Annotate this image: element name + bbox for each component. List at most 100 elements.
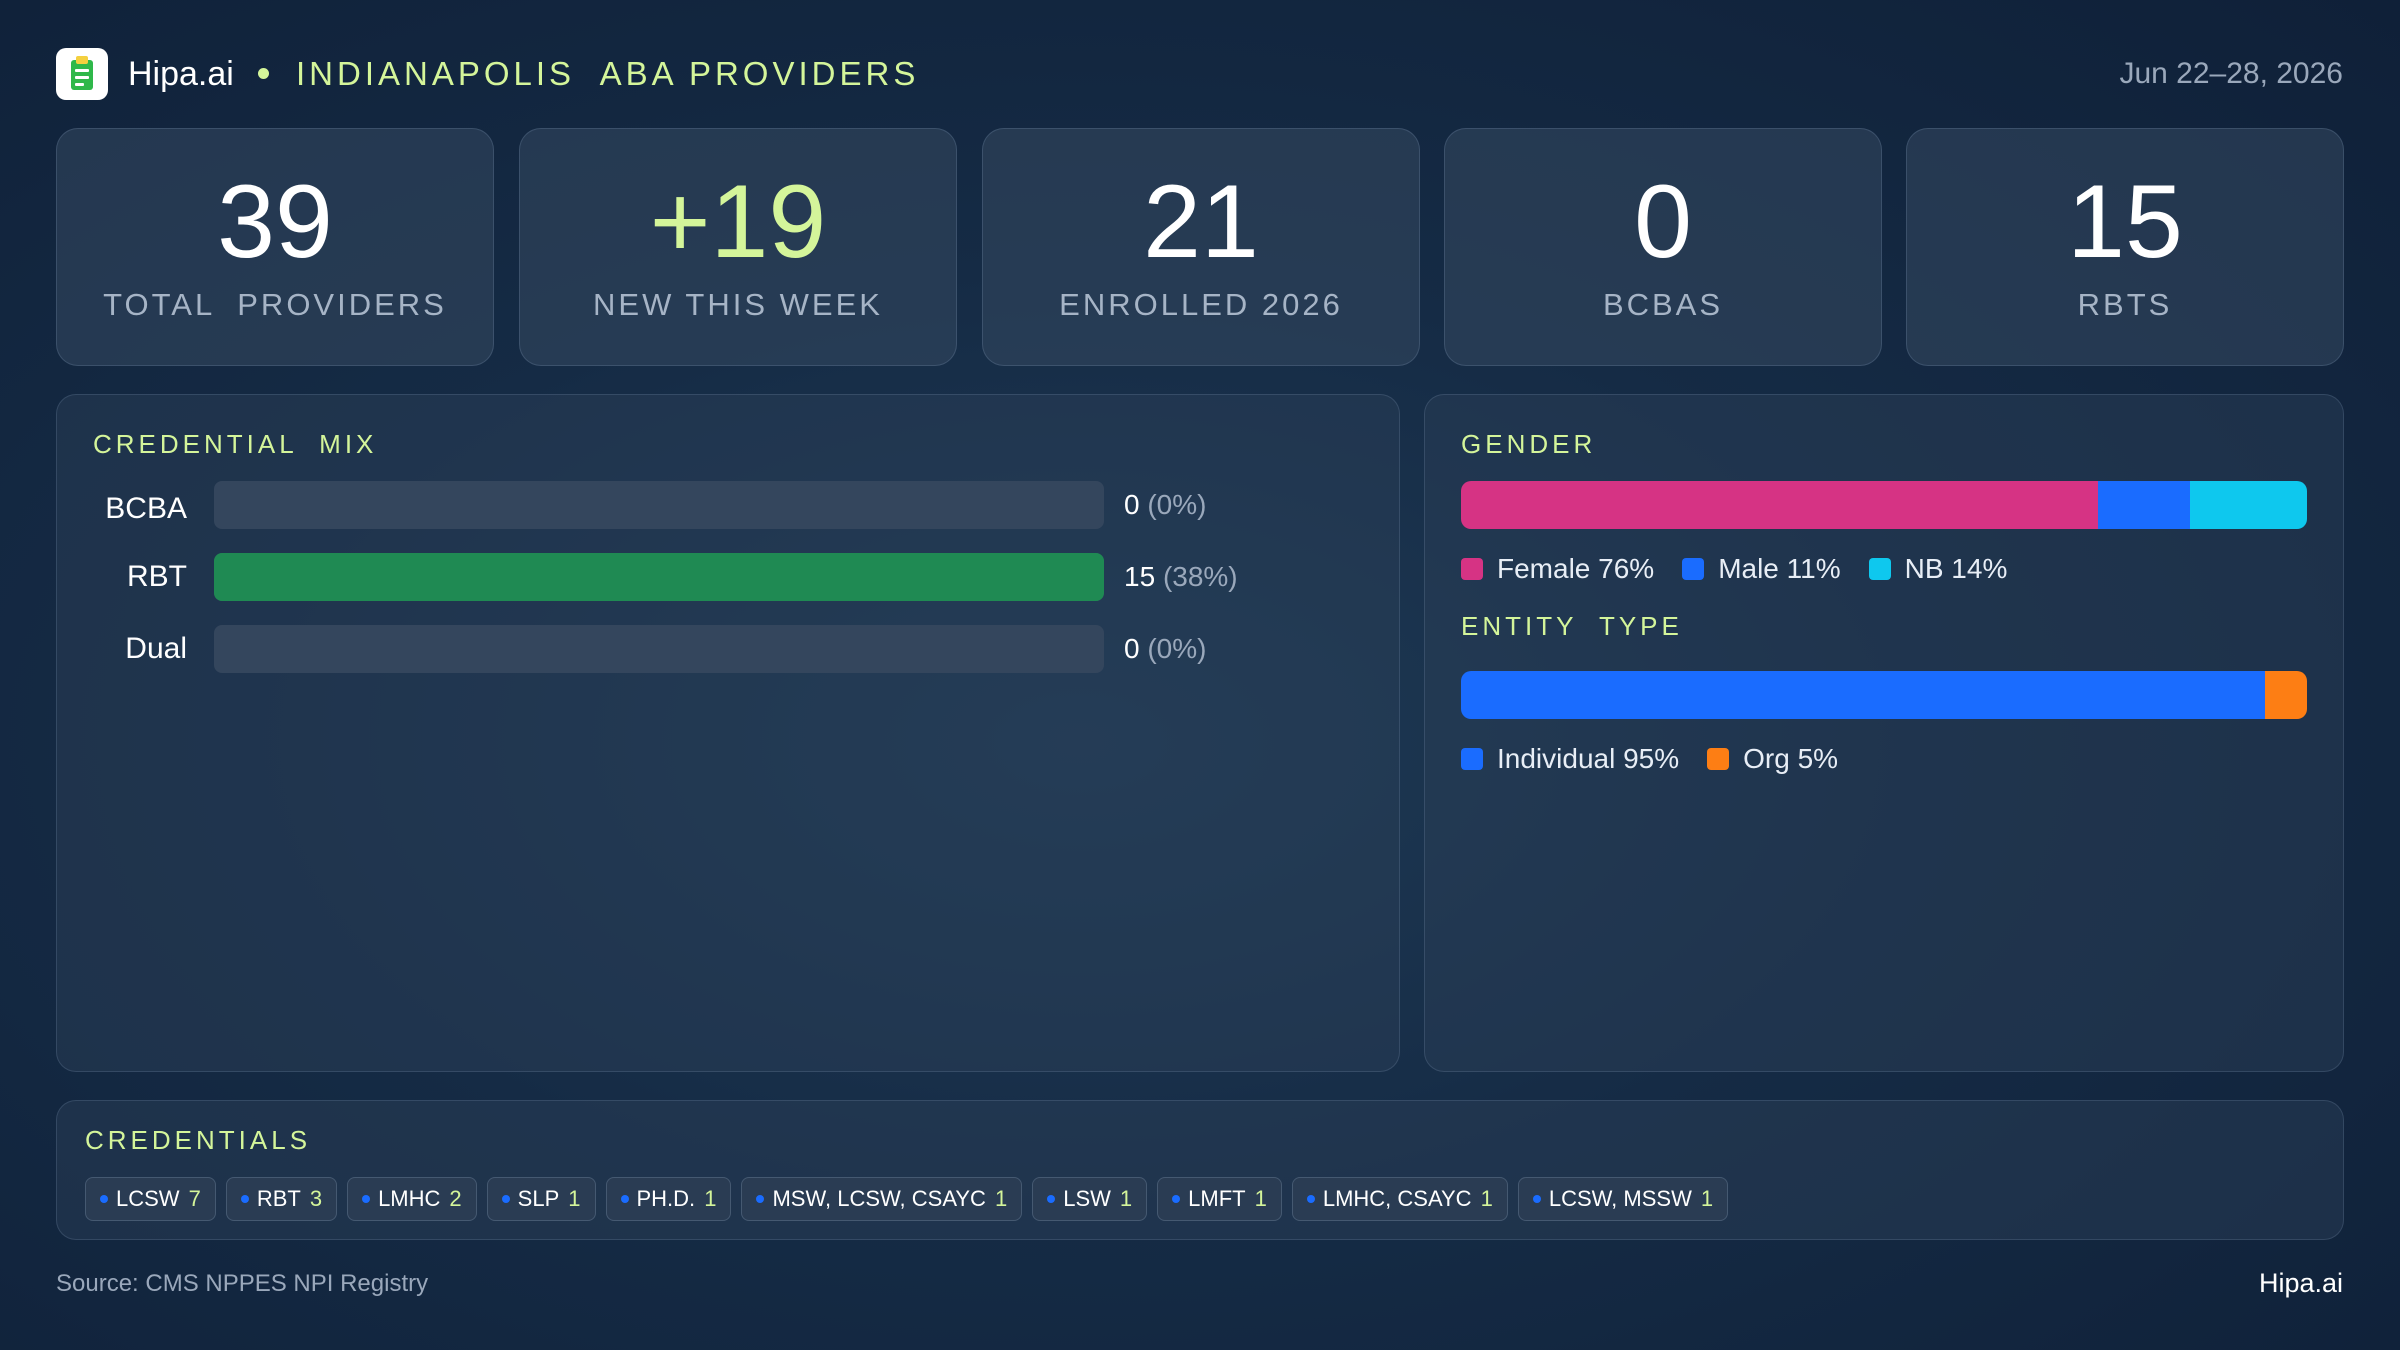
stat-value: +19 [649, 164, 827, 280]
chip-count: 1 [994, 1186, 1008, 1211]
chip-count: 2 [449, 1186, 462, 1211]
date-range: Jun 22–28, 2026 [2119, 57, 2343, 90]
credential-chip[interactable]: LCSW 7 [85, 1177, 216, 1221]
stat-label: NEW THIS WEEK [593, 287, 883, 322]
legend-item-female: Female 76% [1461, 553, 1654, 585]
credentials-title: CREDENTIALS [85, 1125, 312, 1155]
stat-card-new-this-week: +19 NEW THIS WEEK [519, 128, 957, 366]
chip-label: LMHC [378, 1186, 441, 1211]
bar-fill-rbt [214, 553, 1104, 601]
legend-label: NB 14% [1904, 553, 2008, 584]
page-title: INDIANAPOLIS ABA PROVIDERS [296, 55, 920, 92]
gender-segment-female [1461, 481, 2098, 529]
bar-track-bcba [214, 481, 1104, 529]
chip-count: 1 [1480, 1186, 1493, 1211]
credential-chip[interactable]: LMHC 2 [347, 1177, 477, 1221]
legend-swatch [1682, 558, 1705, 580]
title-separator-dot [258, 68, 269, 79]
legend-swatch [1707, 748, 1730, 770]
chip-dot [1172, 1195, 1181, 1203]
chip-label: MSW, LCSW, CSAYC [772, 1186, 986, 1211]
bar-label-rbt: RBT [127, 560, 187, 593]
chip-dot [1306, 1195, 1315, 1203]
stat-card-total-providers: 39 TOTAL PROVIDERS [56, 128, 494, 366]
bar-percent: (38%) [1162, 561, 1238, 592]
credential-chip[interactable]: LMHC, CSAYC 1 [1291, 1177, 1508, 1221]
stat-label: TOTAL PROVIDERS [103, 287, 447, 322]
gender-segment-male [2097, 481, 2190, 529]
chip-label: LCSW, MSSW [1548, 1186, 1692, 1211]
stat-card-bcbas: 0 BCBAS [1444, 128, 1882, 366]
bar-track-dual [214, 625, 1104, 673]
bar-count: 0 [1124, 633, 1140, 664]
stat-value: 21 [1143, 164, 1259, 280]
chip-count: 1 [568, 1186, 581, 1211]
credential-mix-title: CREDENTIAL MIX [93, 429, 378, 459]
stat-value: 15 [2067, 164, 2183, 280]
legend-label: Male 11% [1718, 553, 1841, 584]
legend-item-male: Male 11% [1682, 553, 1841, 585]
clipboard-icon [71, 56, 93, 90]
chip-dot [620, 1195, 629, 1203]
stat-card-rbts: 15 RBTS [1906, 128, 2344, 366]
entity-legend: Individual 95% Org 5% [1461, 735, 1866, 783]
legend-label: Female 76% [1497, 553, 1655, 584]
legend-label: Org 5% [1743, 743, 1839, 774]
gender-stacked-bar [1461, 481, 2307, 529]
chip-count: 7 [188, 1186, 201, 1211]
legend-swatch [1461, 748, 1483, 770]
credential-mix-panel: CREDENTIAL MIX BCBA 0 (0%) RBT 15 (38%) … [56, 394, 1400, 1072]
source-note: Source: CMS NPPES NPI Registry [56, 1270, 429, 1297]
bar-percent: (0%) [1147, 489, 1207, 520]
bar-percent: (0%) [1147, 633, 1207, 664]
chip-label: RBT [256, 1186, 301, 1211]
stat-card-enrolled-2026: 21 ENROLLED 2026 [982, 128, 1420, 366]
credential-chip[interactable]: RBT 3 [225, 1177, 338, 1221]
credential-chip[interactable]: PH.D. 1 [605, 1177, 732, 1221]
credential-chips: LCSW 7 RBT 3 LMHC 2 SLP 1 PH.D. 1 MSW, LCSW, … [85, 1177, 1729, 1221]
bar-value-dual: 0 (0%) [1124, 625, 1206, 673]
chip-label: LMHC, CSAYC [1322, 1186, 1472, 1211]
chip-dot [501, 1195, 510, 1203]
stat-value: 0 [1634, 164, 1692, 280]
credentials-panel: CREDENTIALS LCSW 7 RBT 3 LMHC 2 SLP 1 PH.D. 1… [56, 1100, 2344, 1240]
stat-label: RBTS [2077, 287, 2173, 322]
legend-item-individual: Individual 95% [1461, 743, 1679, 775]
chip-dot [362, 1195, 371, 1203]
chip-dot [756, 1195, 765, 1203]
bar-label-dual: Dual [125, 632, 187, 665]
stat-value: 39 [217, 164, 333, 280]
chip-dot [240, 1195, 249, 1203]
chip-label: SLP [517, 1186, 560, 1211]
brand-name: Hipa.ai [128, 55, 234, 93]
entity-segment-org [2264, 671, 2307, 719]
stat-label: ENROLLED 2026 [1059, 287, 1343, 322]
brand-logo [56, 48, 108, 100]
legend-item-nb: NB 14% [1868, 553, 2008, 585]
chip-count: 1 [1700, 1186, 1714, 1211]
bar-label-bcba: BCBA [105, 492, 187, 525]
chip-dot [1047, 1195, 1056, 1203]
legend-swatch [1461, 558, 1483, 580]
credential-chip[interactable]: MSW, LCSW, CSAYC 1 [741, 1177, 1023, 1221]
chip-dot [100, 1195, 108, 1203]
bar-value-bcba: 0 (0%) [1124, 481, 1206, 529]
footer-brand: Hipa.ai [2258, 1268, 2343, 1298]
credential-chip[interactable]: LSW 1 [1032, 1177, 1148, 1221]
demographics-panel: GENDER Female 76% Male 11% NB 14% ENTITY… [1424, 394, 2344, 1072]
legend-swatch [1868, 558, 1891, 580]
chip-count: 1 [704, 1186, 717, 1211]
legend-label: Individual 95% [1497, 743, 1680, 774]
chip-count: 1 [1254, 1186, 1267, 1211]
credential-chip[interactable]: LCSW, MSSW 1 [1517, 1177, 1729, 1221]
entity-stacked-bar [1461, 671, 2307, 719]
chip-count: 3 [309, 1186, 323, 1211]
chip-label: PH.D. [636, 1186, 696, 1211]
credential-chip[interactable]: LMFT 1 [1157, 1177, 1282, 1221]
chip-label: LMFT [1188, 1186, 1246, 1211]
credential-chip[interactable]: SLP 1 [486, 1177, 596, 1221]
gender-legend: Female 76% Male 11% NB 14% [1461, 545, 2035, 593]
stat-label: BCBAS [1602, 287, 1724, 322]
bar-count: 0 [1124, 489, 1140, 520]
chip-label: LSW [1063, 1186, 1111, 1211]
